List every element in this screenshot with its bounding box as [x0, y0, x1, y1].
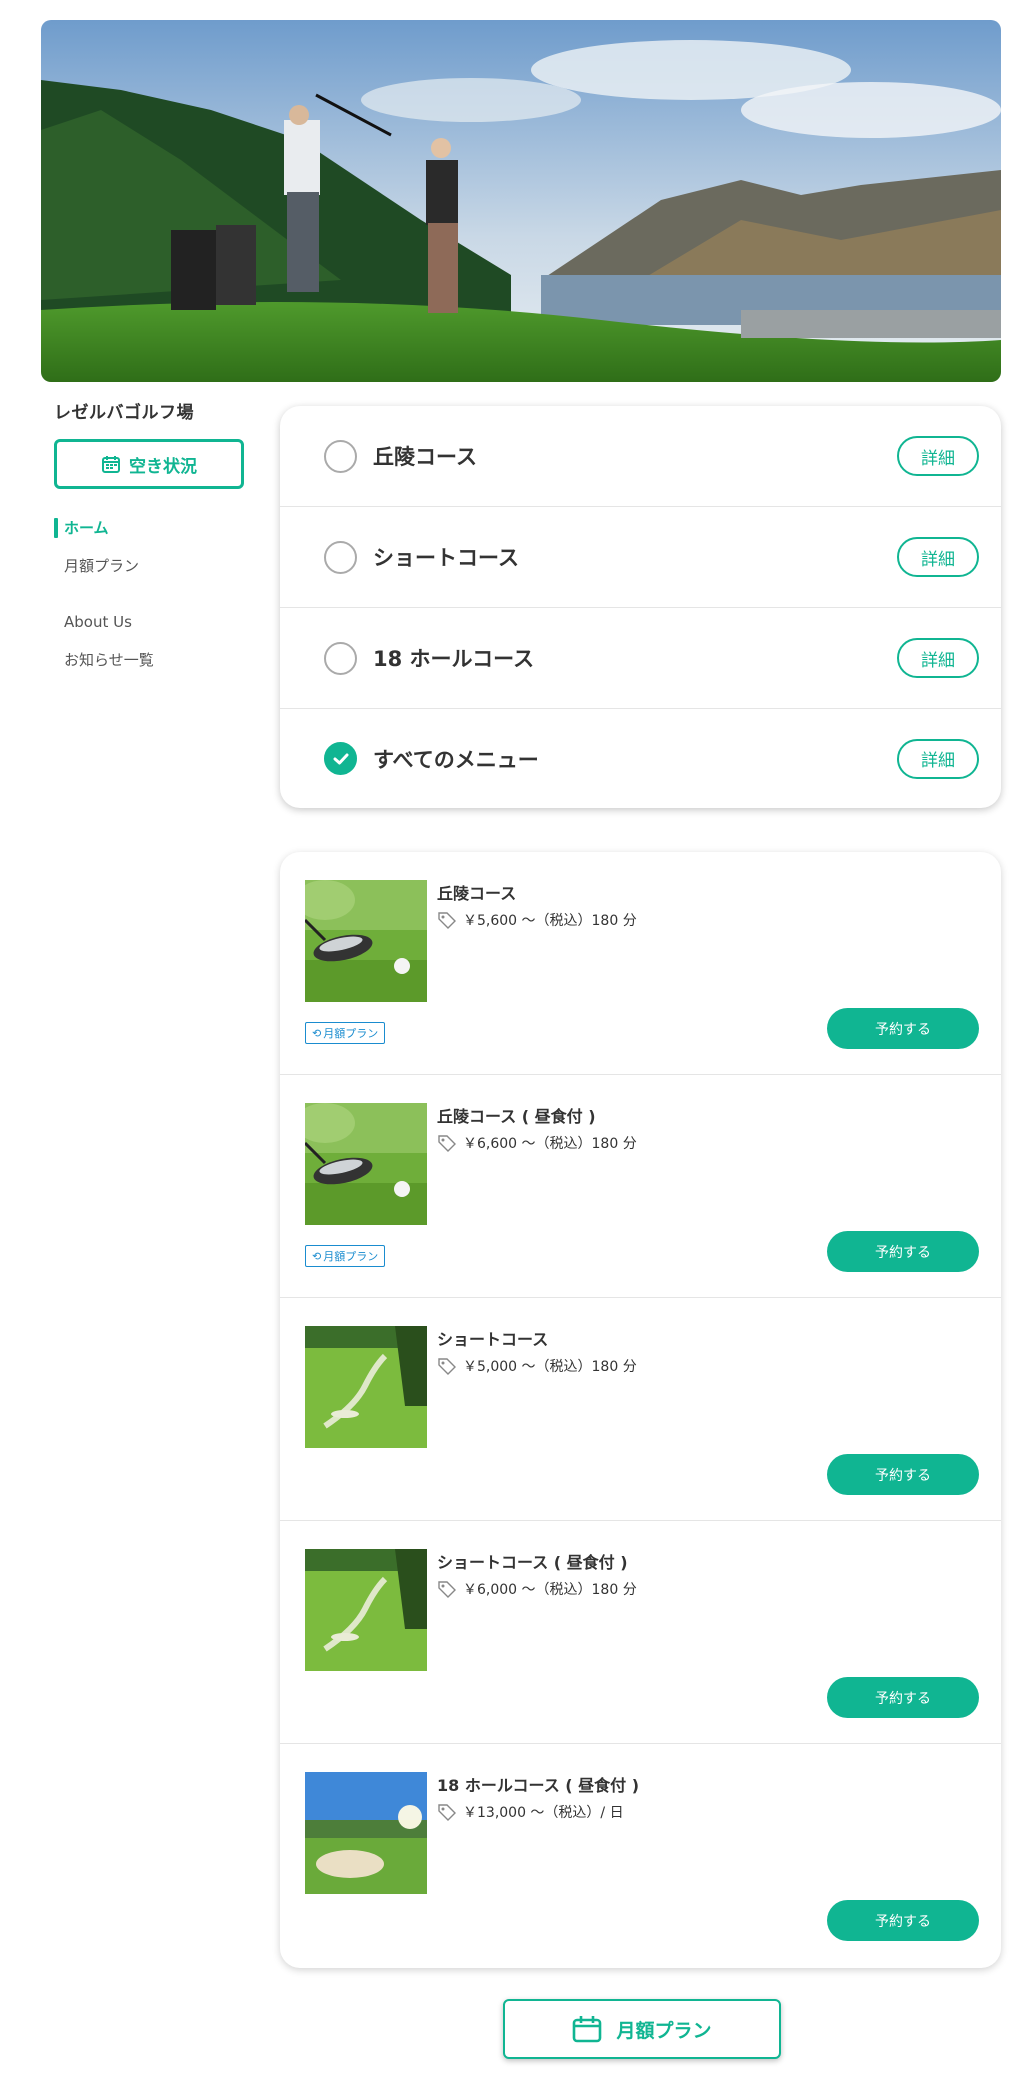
menu-item: ショートコース ( 昼食付 ) ￥6,000 〜（税込）180 分 予約する: [280, 1521, 1001, 1744]
reserve-button[interactable]: 予約する: [827, 1454, 979, 1495]
calendar-icon: [573, 2016, 602, 2043]
reserve-button[interactable]: 予約する: [827, 1900, 979, 1941]
menu-thumbnail: [305, 880, 427, 1002]
reserve-button[interactable]: 予約する: [827, 1677, 979, 1718]
monthly-plan-badge-label: 月額プラン: [323, 1027, 379, 1040]
menu-price-text: ￥5,600 〜（税込）180 分: [463, 913, 637, 929]
menu-price: ￥6,000 〜（税込）180 分: [437, 1579, 637, 1599]
sidebar-item-news[interactable]: お知らせ一覧: [54, 641, 254, 679]
menu-list-card: 丘陵コース ￥5,600 〜（税込）180 分 ⟲ 月額プラン 予約する 丘陵コ…: [280, 852, 1001, 1968]
sidebar-item-about-us[interactable]: About Us: [54, 603, 254, 641]
price-tag-icon: [438, 912, 456, 929]
reserve-button[interactable]: 予約する: [827, 1231, 979, 1272]
detail-button[interactable]: 詳細: [897, 738, 979, 779]
menu-price: ￥13,000 〜（税込）/ 日: [437, 1802, 624, 1822]
menu-price-text: ￥13,000 〜（税込）/ 日: [463, 1805, 624, 1821]
course-option[interactable]: すべてのメニュー 詳細: [280, 709, 1001, 808]
sidebar-item-home[interactable]: ホーム: [54, 509, 254, 547]
menu-title: 丘陵コース ( 昼食付 ): [437, 1107, 596, 1126]
radio-button[interactable]: [324, 641, 357, 675]
menu-price: ￥5,000 〜（税込）180 分: [437, 1356, 637, 1376]
menu-item: 18 ホールコース ( 昼食付 ) ￥13,000 〜（税込）/ 日 予約する: [280, 1744, 1001, 1967]
menu-thumbnail: [305, 1549, 427, 1671]
menu-thumbnail: [305, 1326, 427, 1448]
menu-price-text: ￥6,600 〜（税込）180 分: [463, 1136, 637, 1152]
menu-price-text: ￥5,000 〜（税込）180 分: [463, 1359, 637, 1375]
repeat-icon: ⟲: [312, 1026, 322, 1040]
course-option[interactable]: 丘陵コース 詳細: [280, 406, 1001, 507]
sidebar-nav: ホーム 月額プラン About Us お知らせ一覧: [54, 509, 254, 679]
menu-item: ショートコース ￥5,000 〜（税込）180 分 予約する: [280, 1298, 1001, 1521]
reserve-button[interactable]: 予約する: [827, 1008, 979, 1049]
price-tag-icon: [438, 1135, 456, 1152]
course-name: 丘陵コース: [373, 445, 477, 469]
menu-thumbnail: [305, 1772, 427, 1894]
course-option[interactable]: ショートコース 詳細: [280, 507, 1001, 608]
calendar-icon: [102, 456, 120, 473]
hero-image: [41, 20, 1001, 382]
course-name: 18 ホールコース: [373, 647, 535, 671]
detail-button[interactable]: 詳細: [897, 537, 979, 577]
price-tag-icon: [438, 1581, 456, 1598]
detail-button[interactable]: 詳細: [897, 436, 979, 476]
menu-thumbnail: [305, 1103, 427, 1225]
menu-price-text: ￥6,000 〜（税込）180 分: [463, 1582, 637, 1598]
course-name: ショートコース: [373, 546, 519, 570]
radio-button-checked[interactable]: [324, 742, 357, 775]
check-icon: [333, 753, 348, 764]
availability-button-label: 空き状況: [129, 456, 197, 477]
menu-title: ショートコース: [437, 1330, 549, 1349]
sidebar: レゼルバゴルフ場 空き状況 ホーム 月額プラン About Us お知らせ一覧: [54, 398, 254, 679]
menu-item: 丘陵コース ( 昼食付 ) ￥6,600 〜（税込）180 分 ⟲ 月額プラン …: [280, 1075, 1001, 1298]
course-option[interactable]: 18 ホールコース 詳細: [280, 608, 1001, 709]
sidebar-item-monthly-plan[interactable]: 月額プラン: [54, 547, 254, 585]
monthly-plan-button-label: 月額プラン: [616, 2019, 712, 2042]
menu-price: ￥5,600 〜（税込）180 分: [437, 910, 637, 930]
radio-button[interactable]: [324, 439, 357, 473]
menu-price: ￥6,600 〜（税込）180 分: [437, 1133, 637, 1153]
menu-title: ショートコース ( 昼食付 ): [437, 1553, 628, 1572]
availability-button[interactable]: 空き状況: [54, 439, 244, 489]
repeat-icon: ⟲: [312, 1249, 322, 1263]
price-tag-icon: [438, 1358, 456, 1375]
monthly-plan-badge-label: 月額プラン: [323, 1250, 379, 1263]
monthly-plan-badge: ⟲ 月額プラン: [305, 1245, 386, 1267]
site-name: レゼルバゴルフ場: [54, 403, 194, 423]
course-filter-card: 丘陵コース 詳細 ショートコース 詳細 18 ホールコース 詳細 すべてのメニュ…: [280, 406, 1001, 808]
monthly-plan-button[interactable]: 月額プラン: [503, 1999, 781, 2059]
course-name: すべてのメニュー: [373, 747, 539, 772]
price-tag-icon: [438, 1804, 456, 1821]
menu-title: 丘陵コース: [437, 884, 517, 903]
monthly-plan-badge: ⟲ 月額プラン: [305, 1022, 386, 1044]
menu-item: 丘陵コース ￥5,600 〜（税込）180 分 ⟲ 月額プラン 予約する: [280, 852, 1001, 1075]
detail-button[interactable]: 詳細: [897, 638, 979, 678]
menu-title: 18 ホールコース ( 昼食付 ): [437, 1776, 640, 1795]
radio-button[interactable]: [324, 540, 357, 574]
